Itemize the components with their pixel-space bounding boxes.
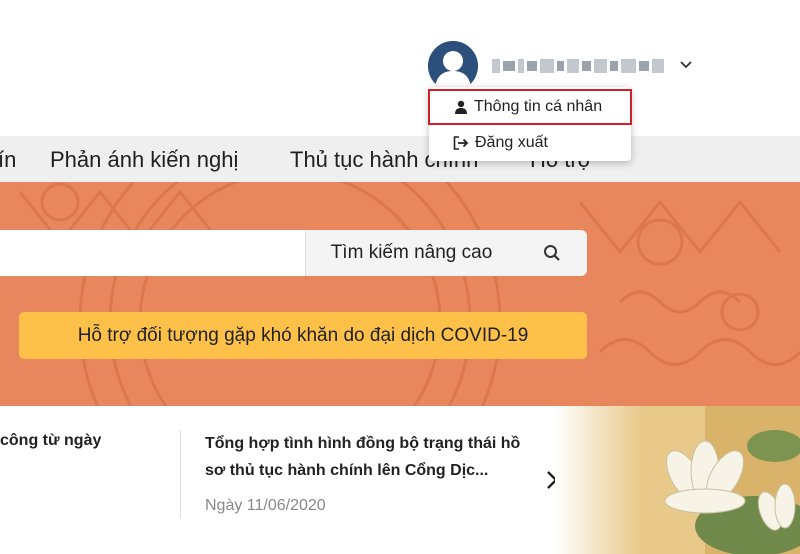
news-divider: [180, 430, 181, 518]
nav-item-partial[interactable]: ín: [0, 147, 16, 173]
search-input[interactable]: [0, 230, 305, 276]
news-item-partial-text[interactable]: công từ ngày: [0, 432, 101, 450]
search-button[interactable]: [517, 230, 587, 276]
page: { "header": { "username": "", "account_m…: [0, 0, 800, 554]
news-item-date: Ngày 11/06/2020: [205, 497, 326, 514]
nav-item-feedback[interactable]: Phản ánh kiến nghị: [50, 147, 238, 173]
menu-item-logout-label: Đăng xuất: [475, 133, 548, 151]
news-section: công từ ngày Tổng hợp tình hình đồng bộ …: [0, 406, 800, 554]
main-nav: ín Phản ánh kiến nghị Thủ tục hành chính…: [0, 136, 800, 182]
chevron-down-icon[interactable]: [678, 56, 694, 72]
user-icon: [455, 100, 467, 114]
user-avatar[interactable]: [428, 41, 478, 91]
drum-pattern-decoration: [18, 182, 800, 406]
username-blurred[interactable]: [492, 57, 667, 75]
avatar-person-icon: [428, 41, 478, 91]
menu-item-logout[interactable]: Đăng xuất: [429, 125, 631, 160]
search-icon: [544, 245, 560, 261]
account-dropdown-menu: Thông tin cá nhân Đăng xuất: [428, 87, 632, 161]
lotus-artwork: [555, 406, 800, 554]
advanced-search-button[interactable]: Tìm kiếm nâng cao: [305, 230, 517, 276]
covid-support-button[interactable]: Hỗ trợ đối tượng gặp khó khăn do đại dịc…: [19, 312, 587, 359]
news-item-title[interactable]: Tổng hợp tình hình đồng bộ trạng thái hồ…: [205, 430, 535, 484]
menu-item-profile[interactable]: Thông tin cá nhân: [428, 89, 632, 125]
hero-banner: Tìm kiếm nâng cao Hỗ trợ đối tượng gặp k…: [0, 182, 800, 406]
menu-item-profile-label: Thông tin cá nhân: [474, 98, 603, 115]
logout-icon: [453, 135, 469, 150]
